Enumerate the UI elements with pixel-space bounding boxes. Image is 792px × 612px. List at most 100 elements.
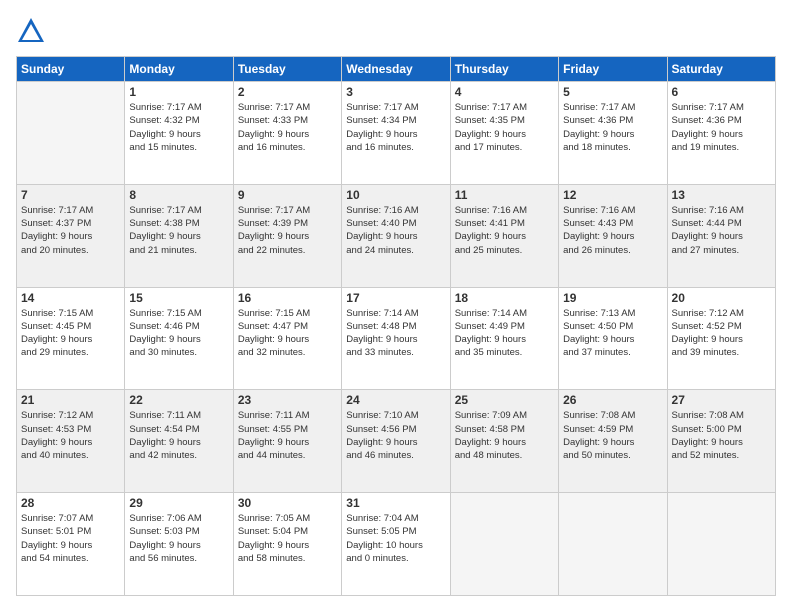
day-number: 17: [346, 291, 445, 305]
day-number: 16: [238, 291, 337, 305]
calendar-cell: 22 Sunrise: 7:11 AM Sunset: 4:54 PM Dayli…: [125, 390, 233, 493]
calendar-week-row: 14 Sunrise: 7:15 AM Sunset: 4:45 PM Dayli…: [17, 287, 776, 390]
calendar-cell: 4Sunrise: 7:17 AM Sunset: 4:35 PM Daylig…: [450, 82, 558, 185]
calendar-cell: 18 Sunrise: 7:14 AM Sunset: 4:49 PM Dayli…: [450, 287, 558, 390]
calendar-cell: 27 Sunrise: 7:08 AM Sunset: 5:00 PM Dayli…: [667, 390, 775, 493]
calendar-cell: 28 Sunrise: 7:07 AM Sunset: 5:01 PM Dayli…: [17, 493, 125, 596]
day-number: 26: [563, 393, 662, 407]
day-number: 5: [563, 85, 662, 99]
calendar-cell: 17 Sunrise: 7:14 AM Sunset: 4:48 PM Dayli…: [342, 287, 450, 390]
calendar-cell: 29 Sunrise: 7:06 AM Sunset: 5:03 PM Dayli…: [125, 493, 233, 596]
calendar-cell: [17, 82, 125, 185]
calendar-cell: 23 Sunrise: 7:11 AM Sunset: 4:55 PM Dayli…: [233, 390, 341, 493]
day-number: 11: [455, 188, 554, 202]
day-info: Sunrise: 7:10 AM Sunset: 4:56 PM Dayligh…: [346, 409, 445, 462]
day-info: Sunrise: 7:08 AM Sunset: 4:59 PM Dayligh…: [563, 409, 662, 462]
calendar-cell: 12Sunrise: 7:16 AM Sunset: 4:43 PM Dayli…: [559, 184, 667, 287]
weekday-header-monday: Monday: [125, 57, 233, 82]
day-info: Sunrise: 7:06 AM Sunset: 5:03 PM Dayligh…: [129, 512, 228, 565]
day-info: Sunrise: 7:14 AM Sunset: 4:48 PM Dayligh…: [346, 307, 445, 360]
day-info: Sunrise: 7:08 AM Sunset: 5:00 PM Dayligh…: [672, 409, 771, 462]
page: SundayMondayTuesdayWednesdayThursdayFrid…: [0, 0, 792, 612]
calendar-cell: 20 Sunrise: 7:12 AM Sunset: 4:52 PM Dayli…: [667, 287, 775, 390]
day-number: 8: [129, 188, 228, 202]
day-info: Sunrise: 7:15 AM Sunset: 4:45 PM Dayligh…: [21, 307, 120, 360]
day-info: Sunrise: 7:12 AM Sunset: 4:53 PM Dayligh…: [21, 409, 120, 462]
day-info: Sunrise: 7:17 AM Sunset: 4:36 PM Dayligh…: [672, 101, 771, 154]
day-number: 30: [238, 496, 337, 510]
day-info: Sunrise: 7:16 AM Sunset: 4:43 PM Dayligh…: [563, 204, 662, 257]
day-info: Sunrise: 7:17 AM Sunset: 4:34 PM Dayligh…: [346, 101, 445, 154]
day-info: Sunrise: 7:15 AM Sunset: 4:46 PM Dayligh…: [129, 307, 228, 360]
calendar-cell: 6 Sunrise: 7:17 AM Sunset: 4:36 PM Daylig…: [667, 82, 775, 185]
day-info: Sunrise: 7:05 AM Sunset: 5:04 PM Dayligh…: [238, 512, 337, 565]
weekday-header-saturday: Saturday: [667, 57, 775, 82]
calendar-cell: 30 Sunrise: 7:05 AM Sunset: 5:04 PM Dayli…: [233, 493, 341, 596]
day-info: Sunrise: 7:12 AM Sunset: 4:52 PM Dayligh…: [672, 307, 771, 360]
day-number: 7: [21, 188, 120, 202]
day-info: Sunrise: 7:04 AM Sunset: 5:05 PM Dayligh…: [346, 512, 445, 565]
calendar-week-row: 1 Sunrise: 7:17 AM Sunset: 4:32 PM Daylig…: [17, 82, 776, 185]
day-info: Sunrise: 7:16 AM Sunset: 4:40 PM Dayligh…: [346, 204, 445, 257]
day-info: Sunrise: 7:09 AM Sunset: 4:58 PM Dayligh…: [455, 409, 554, 462]
day-number: 31: [346, 496, 445, 510]
day-info: Sunrise: 7:13 AM Sunset: 4:50 PM Dayligh…: [563, 307, 662, 360]
calendar-week-row: 28 Sunrise: 7:07 AM Sunset: 5:01 PM Dayli…: [17, 493, 776, 596]
calendar-cell: [559, 493, 667, 596]
calendar-cell: 10 Sunrise: 7:16 AM Sunset: 4:40 PM Dayli…: [342, 184, 450, 287]
day-number: 25: [455, 393, 554, 407]
day-number: 10: [346, 188, 445, 202]
calendar-cell: 15 Sunrise: 7:15 AM Sunset: 4:46 PM Dayli…: [125, 287, 233, 390]
day-number: 15: [129, 291, 228, 305]
calendar-cell: 3 Sunrise: 7:17 AM Sunset: 4:34 PM Daylig…: [342, 82, 450, 185]
day-info: Sunrise: 7:11 AM Sunset: 4:54 PM Dayligh…: [129, 409, 228, 462]
calendar-cell: 7Sunrise: 7:17 AM Sunset: 4:37 PM Daylig…: [17, 184, 125, 287]
calendar-cell: 14 Sunrise: 7:15 AM Sunset: 4:45 PM Dayli…: [17, 287, 125, 390]
day-info: Sunrise: 7:15 AM Sunset: 4:47 PM Dayligh…: [238, 307, 337, 360]
calendar-cell: 31 Sunrise: 7:04 AM Sunset: 5:05 PM Dayli…: [342, 493, 450, 596]
logo-icon: [16, 16, 46, 46]
day-number: 29: [129, 496, 228, 510]
day-number: 18: [455, 291, 554, 305]
day-info: Sunrise: 7:14 AM Sunset: 4:49 PM Dayligh…: [455, 307, 554, 360]
calendar-cell: 25 Sunrise: 7:09 AM Sunset: 4:58 PM Dayli…: [450, 390, 558, 493]
day-number: 24: [346, 393, 445, 407]
day-number: 3: [346, 85, 445, 99]
day-number: 20: [672, 291, 771, 305]
calendar-cell: 11Sunrise: 7:16 AM Sunset: 4:41 PM Dayli…: [450, 184, 558, 287]
calendar-cell: 26 Sunrise: 7:08 AM Sunset: 4:59 PM Dayli…: [559, 390, 667, 493]
day-number: 21: [21, 393, 120, 407]
calendar-cell: 24 Sunrise: 7:10 AM Sunset: 4:56 PM Dayli…: [342, 390, 450, 493]
day-number: 14: [21, 291, 120, 305]
day-number: 23: [238, 393, 337, 407]
calendar-week-row: 7Sunrise: 7:17 AM Sunset: 4:37 PM Daylig…: [17, 184, 776, 287]
day-number: 6: [672, 85, 771, 99]
calendar-cell: [450, 493, 558, 596]
calendar-cell: 16 Sunrise: 7:15 AM Sunset: 4:47 PM Dayli…: [233, 287, 341, 390]
calendar-week-row: 21 Sunrise: 7:12 AM Sunset: 4:53 PM Dayli…: [17, 390, 776, 493]
day-number: 9: [238, 188, 337, 202]
weekday-header-thursday: Thursday: [450, 57, 558, 82]
day-number: 19: [563, 291, 662, 305]
calendar-cell: 19 Sunrise: 7:13 AM Sunset: 4:50 PM Dayli…: [559, 287, 667, 390]
weekday-header-tuesday: Tuesday: [233, 57, 341, 82]
calendar-cell: 8Sunrise: 7:17 AM Sunset: 4:38 PM Daylig…: [125, 184, 233, 287]
day-info: Sunrise: 7:17 AM Sunset: 4:32 PM Dayligh…: [129, 101, 228, 154]
calendar-cell: 2Sunrise: 7:17 AM Sunset: 4:33 PM Daylig…: [233, 82, 341, 185]
day-info: Sunrise: 7:11 AM Sunset: 4:55 PM Dayligh…: [238, 409, 337, 462]
day-number: 2: [238, 85, 337, 99]
day-number: 1: [129, 85, 228, 99]
calendar-cell: 21 Sunrise: 7:12 AM Sunset: 4:53 PM Dayli…: [17, 390, 125, 493]
weekday-header-wednesday: Wednesday: [342, 57, 450, 82]
logo: [16, 16, 50, 46]
header: [16, 16, 776, 46]
day-info: Sunrise: 7:17 AM Sunset: 4:35 PM Dayligh…: [455, 101, 554, 154]
day-number: 22: [129, 393, 228, 407]
day-number: 27: [672, 393, 771, 407]
weekday-header-row: SundayMondayTuesdayWednesdayThursdayFrid…: [17, 57, 776, 82]
calendar-cell: 5 Sunrise: 7:17 AM Sunset: 4:36 PM Daylig…: [559, 82, 667, 185]
calendar-cell: 9Sunrise: 7:17 AM Sunset: 4:39 PM Daylig…: [233, 184, 341, 287]
day-info: Sunrise: 7:07 AM Sunset: 5:01 PM Dayligh…: [21, 512, 120, 565]
day-info: Sunrise: 7:17 AM Sunset: 4:36 PM Dayligh…: [563, 101, 662, 154]
day-number: 28: [21, 496, 120, 510]
